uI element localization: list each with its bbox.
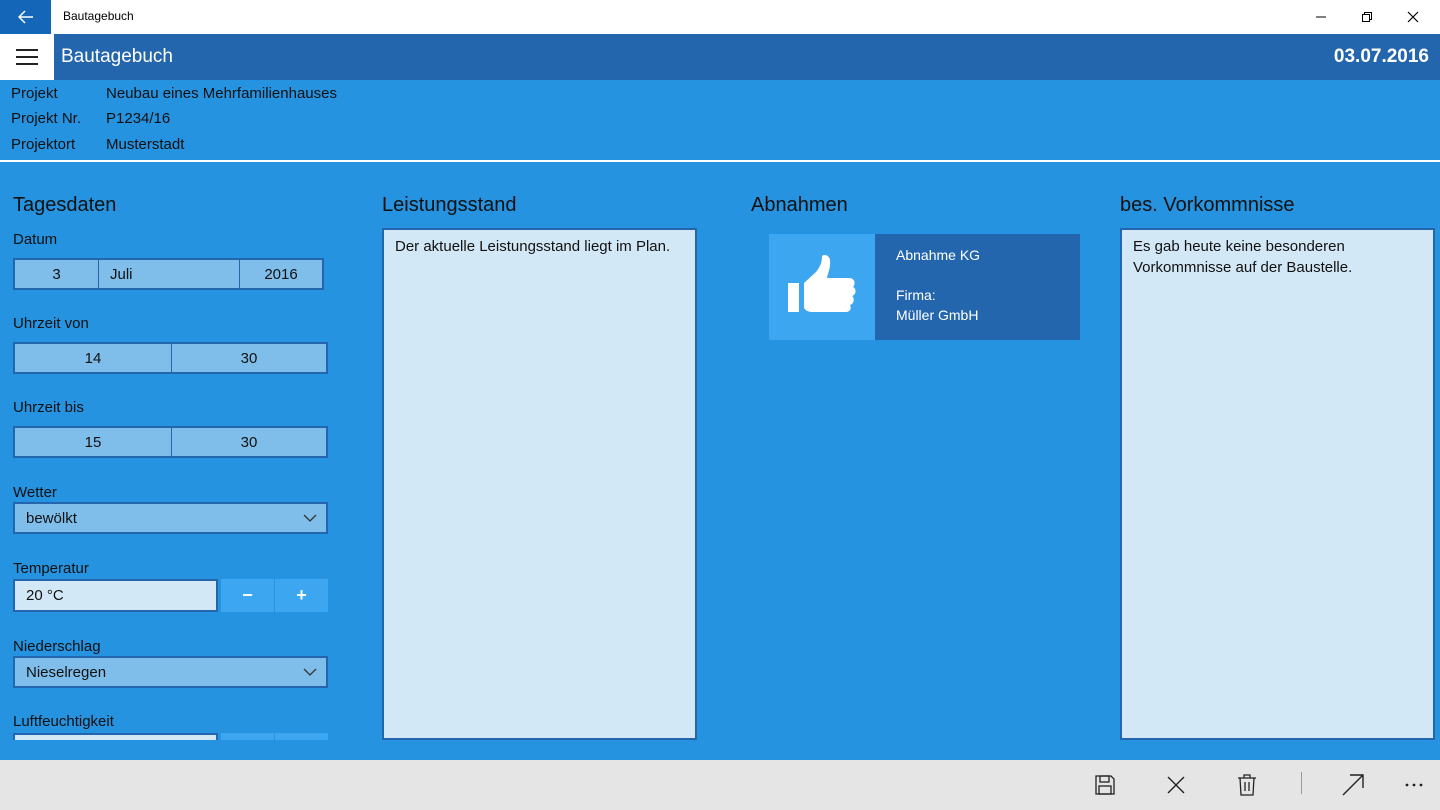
temperature-increase-button[interactable]: +: [275, 579, 328, 612]
project-label: Projekt: [11, 85, 58, 102]
delete-icon: [1238, 774, 1256, 796]
humidity-increase-button[interactable]: [275, 733, 328, 740]
save-icon: [1095, 775, 1115, 795]
project-location-value: Musterstadt: [106, 136, 185, 153]
abnahme-tile-body: Abnahme KG Firma: Müller GmbH: [875, 234, 1080, 340]
restore-icon: [1362, 12, 1372, 22]
temperature-input[interactable]: 20 °C: [13, 579, 218, 612]
close-window-button[interactable]: [1390, 0, 1436, 34]
share-icon: [1342, 774, 1364, 796]
luftfeuchtigkeit-label: Luftfeuchtigkeit: [13, 713, 114, 730]
datum-label: Datum: [13, 231, 58, 248]
section-title-vorkommnisse: bes. Vorkommnisse: [1120, 194, 1295, 216]
close-icon: [1407, 11, 1419, 23]
minimize-icon: [1316, 16, 1326, 18]
close-icon: [1167, 776, 1185, 794]
chevron-down-icon: [303, 668, 317, 676]
section-title-tagesdaten: Tagesdaten: [13, 194, 117, 216]
uhrzeit-von-label: Uhrzeit von: [13, 315, 89, 332]
header-divider: [0, 160, 1440, 162]
project-number-value: P1234/16: [106, 110, 171, 127]
header-date: 03.07.2016: [1333, 46, 1429, 67]
niederschlag-label: Niederschlag: [13, 638, 101, 655]
abnahme-firma: Müller GmbH: [896, 307, 979, 323]
cancel-button[interactable]: [1160, 770, 1192, 800]
page-title: Bautagebuch: [61, 46, 173, 67]
share-button[interactable]: [1337, 770, 1369, 800]
back-button[interactable]: [0, 0, 51, 34]
time-to-minute[interactable]: 30: [172, 428, 326, 456]
weather-dropdown[interactable]: bewölkt: [13, 502, 328, 534]
abnahme-firma-label: Firma:: [896, 287, 936, 303]
time-from-hour[interactable]: 14: [15, 344, 172, 372]
vorkommnisse-textarea[interactable]: Es gab heute keine besonderen Vorkommnis…: [1120, 228, 1435, 740]
abnahme-name: Abnahme KG: [896, 247, 981, 263]
time-from-picker[interactable]: 14 30: [13, 342, 328, 374]
date-picker[interactable]: 3 Juli 2016: [13, 258, 324, 290]
precipitation-dropdown[interactable]: Nieselregen: [13, 656, 328, 688]
window-title: Bautagebuch: [63, 9, 134, 23]
humidity-input[interactable]: [13, 733, 218, 740]
command-bar: [0, 760, 1440, 810]
arrow-left-icon: [17, 10, 33, 24]
project-location-label: Projektort: [11, 136, 76, 153]
date-year[interactable]: 2016: [240, 260, 322, 288]
delete-button[interactable]: [1231, 770, 1263, 800]
abnahme-tile[interactable]: Abnahme KG Firma: Müller GmbH: [769, 234, 1080, 340]
chevron-down-icon: [303, 514, 317, 522]
window-titlebar: Bautagebuch: [0, 0, 1440, 34]
abnahme-tile-icon: [769, 234, 875, 340]
more-icon: [1405, 783, 1423, 787]
wetter-label: Wetter: [13, 484, 57, 501]
temperatur-label: Temperatur: [13, 560, 89, 577]
command-separator: [1301, 772, 1302, 794]
humidity-decrease-button[interactable]: [221, 733, 274, 740]
more-button[interactable]: [1398, 770, 1430, 800]
save-button[interactable]: [1089, 770, 1121, 800]
date-day[interactable]: 3: [15, 260, 99, 288]
uhrzeit-bis-label: Uhrzeit bis: [13, 399, 84, 416]
hamburger-menu-button[interactable]: [0, 34, 54, 80]
temperature-decrease-button[interactable]: −: [221, 579, 274, 612]
hamburger-icon: [16, 49, 38, 51]
time-from-minute[interactable]: 30: [172, 344, 326, 372]
thumbs-up-icon: [788, 255, 856, 312]
time-to-hour[interactable]: 15: [15, 428, 172, 456]
section-title-leistungsstand: Leistungsstand: [382, 194, 517, 216]
precipitation-value: Nieselregen: [26, 663, 107, 681]
minimize-button[interactable]: [1298, 0, 1344, 34]
section-title-abnahmen: Abnahmen: [751, 194, 848, 216]
date-month[interactable]: Juli: [99, 260, 240, 288]
leistungsstand-textarea[interactable]: Der aktuelle Leistungsstand liegt im Pla…: [382, 228, 697, 740]
scroll-clip: [0, 740, 360, 760]
project-number-label: Projekt Nr.: [11, 110, 82, 127]
time-to-picker[interactable]: 15 30: [13, 426, 328, 458]
project-value: Neubau eines Mehrfamilienhauses: [106, 85, 337, 102]
weather-value: bewölkt: [26, 509, 77, 527]
restore-button[interactable]: [1344, 0, 1390, 34]
app-header: Bautagebuch 03.07.2016: [0, 34, 1440, 80]
